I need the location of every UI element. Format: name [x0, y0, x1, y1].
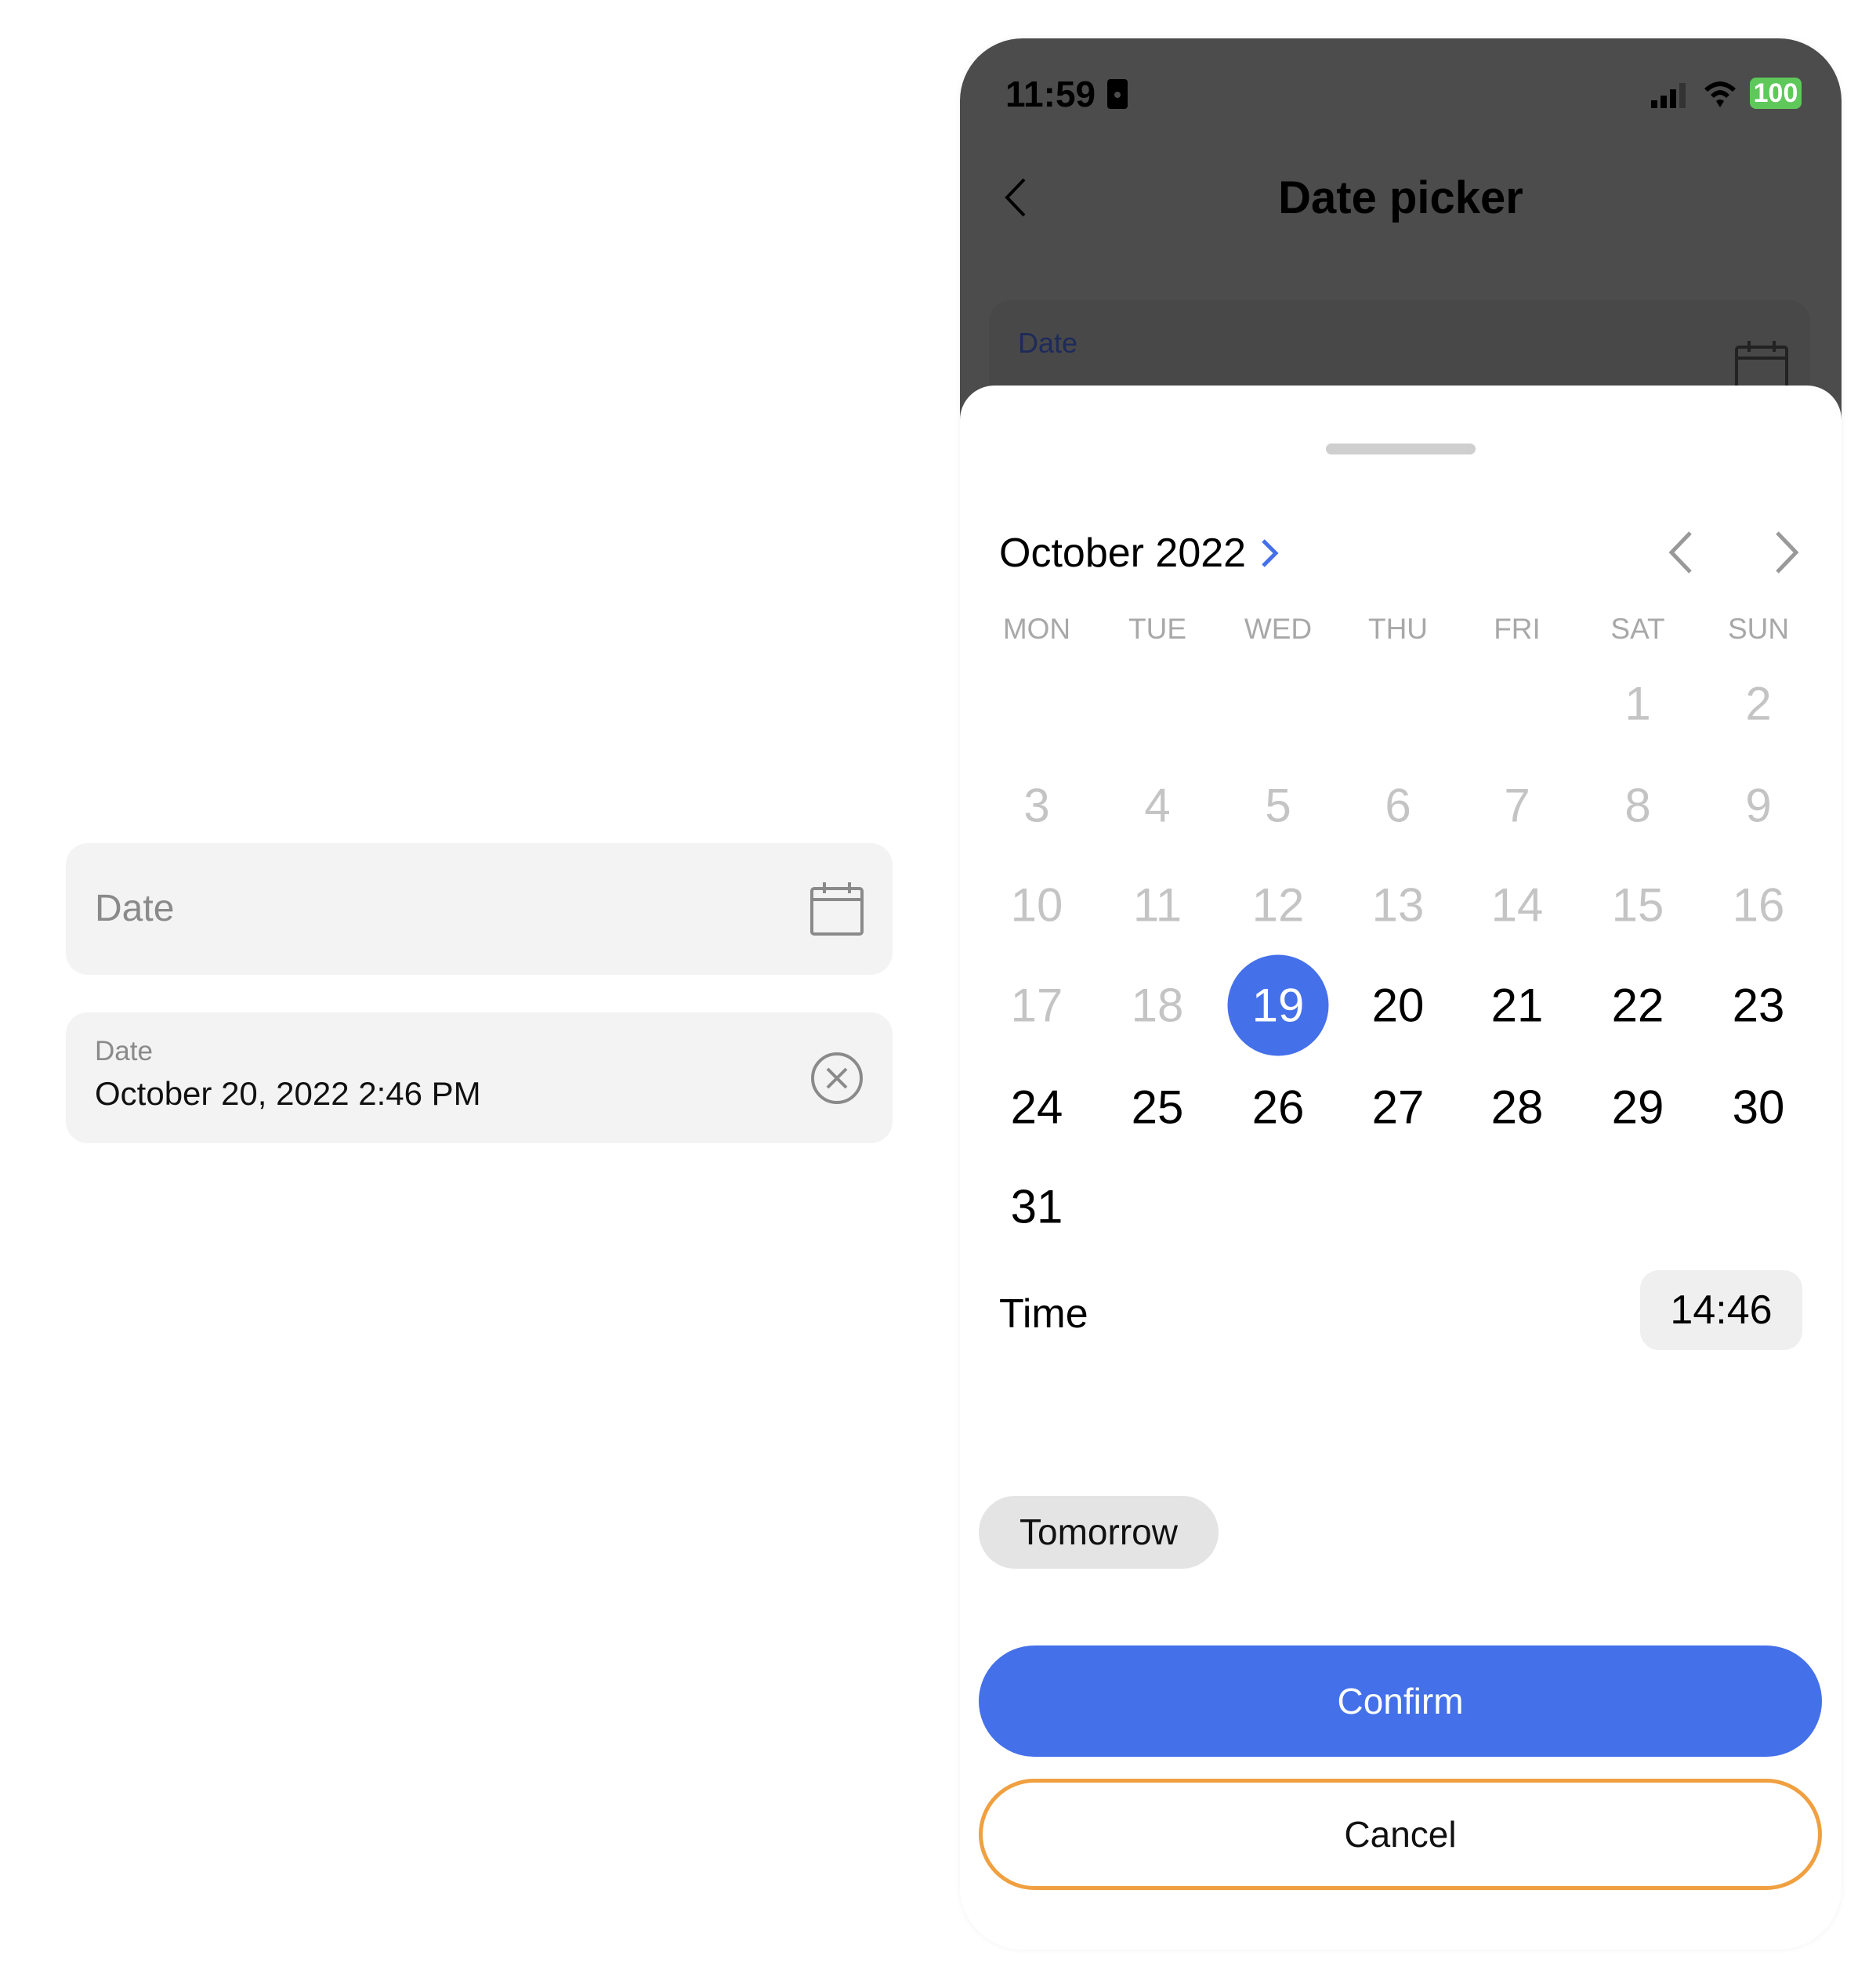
weekday-header: MON [1002, 613, 1071, 645]
calendar-day: 17 [1010, 979, 1063, 1032]
calendar-day[interactable]: 27 [1348, 1057, 1449, 1158]
phone-screen: 11:59 100 Date picker Date October 2022 … [960, 38, 1842, 1950]
calendar-day: 18 [1131, 979, 1184, 1032]
calendar-day: 6 [1385, 779, 1411, 832]
drag-handle[interactable] [1326, 444, 1476, 454]
calendar-day: 1 [1624, 677, 1651, 730]
calendar-day: 16 [1732, 878, 1785, 932]
calendar-day: 14 [1490, 878, 1544, 932]
previous-month-icon[interactable] [1667, 530, 1695, 575]
calendar-day[interactable]: 20 [1348, 955, 1449, 1056]
calendar-day[interactable]: 26 [1228, 1057, 1329, 1158]
signal-icon [1651, 83, 1686, 108]
calendar-day: 9 [1745, 779, 1772, 832]
calendar-day[interactable]: 25 [1107, 1057, 1208, 1158]
date-placeholder: Date [95, 888, 175, 929]
cancel-button[interactable]: Cancel [979, 1779, 1822, 1890]
calendar-day[interactable]: 31 [987, 1157, 1088, 1258]
weekday-header: SUN [1727, 613, 1790, 645]
sim-icon [1107, 79, 1128, 109]
battery-indicator: 100 [1750, 78, 1802, 109]
calendar-day: 13 [1371, 878, 1425, 932]
weekday-header: SAT [1610, 613, 1665, 645]
status-time: 11:59 [1005, 74, 1096, 114]
calendar-day: 15 [1611, 878, 1664, 932]
calendar-day[interactable]: 29 [1588, 1057, 1689, 1158]
calendar-day[interactable]: 30 [1708, 1057, 1809, 1158]
weekday-header: THU [1367, 613, 1429, 645]
calendar-day: 8 [1624, 779, 1651, 832]
next-month-icon[interactable] [1773, 530, 1801, 575]
date-field-filled[interactable]: Date October 20, 2022 2:46 PM [66, 1012, 893, 1143]
wifi-icon [1704, 81, 1736, 107]
background-date-label: Date [1018, 327, 1078, 359]
calendar-day: 12 [1251, 878, 1305, 932]
weekday-header: TUE [1128, 613, 1186, 645]
weekday-header: WED [1244, 613, 1313, 645]
page-title: Date picker [1278, 172, 1523, 223]
calendar-day-selected[interactable]: 19 [1227, 954, 1329, 1056]
calendar-day[interactable]: 21 [1467, 955, 1568, 1056]
calendar-day[interactable]: 24 [987, 1057, 1088, 1158]
month-label: October 2022 [999, 530, 1247, 576]
calendar-icon[interactable] [809, 881, 865, 937]
tomorrow-chip[interactable]: Tomorrow [979, 1496, 1219, 1569]
clear-circle-icon[interactable] [810, 1052, 864, 1105]
date-picker-sheet: October 2022 MON TUE WED THU FRI SAT SUN 12345… [960, 386, 1842, 1950]
calendar-day: 3 [1023, 779, 1050, 832]
date-label: Date [95, 1036, 153, 1066]
time-input[interactable]: 14:46 [1640, 1270, 1802, 1350]
weekday-header: FRI [1494, 613, 1541, 645]
calendar-day[interactable]: 22 [1588, 955, 1689, 1056]
calendar-day: 5 [1265, 779, 1291, 832]
calendar-day[interactable]: 28 [1467, 1057, 1568, 1158]
date-field-empty[interactable]: Date [66, 843, 893, 975]
calendar-day: 7 [1504, 779, 1530, 832]
chevron-right-icon [1262, 539, 1279, 567]
calendar-day[interactable]: 23 [1708, 955, 1809, 1056]
dimmed-background: 11:59 100 Date picker Date [960, 38, 1842, 457]
month-selector[interactable]: October 2022 [999, 530, 1279, 577]
confirm-button[interactable]: Confirm [979, 1645, 1822, 1757]
calendar-day: 4 [1144, 779, 1171, 832]
calendar-day: 2 [1745, 677, 1772, 730]
calendar-day: 11 [1132, 878, 1182, 932]
time-label: Time [999, 1291, 1088, 1337]
date-value: October 20, 2022 2:46 PM [95, 1075, 481, 1112]
calendar-day: 10 [1010, 878, 1063, 932]
